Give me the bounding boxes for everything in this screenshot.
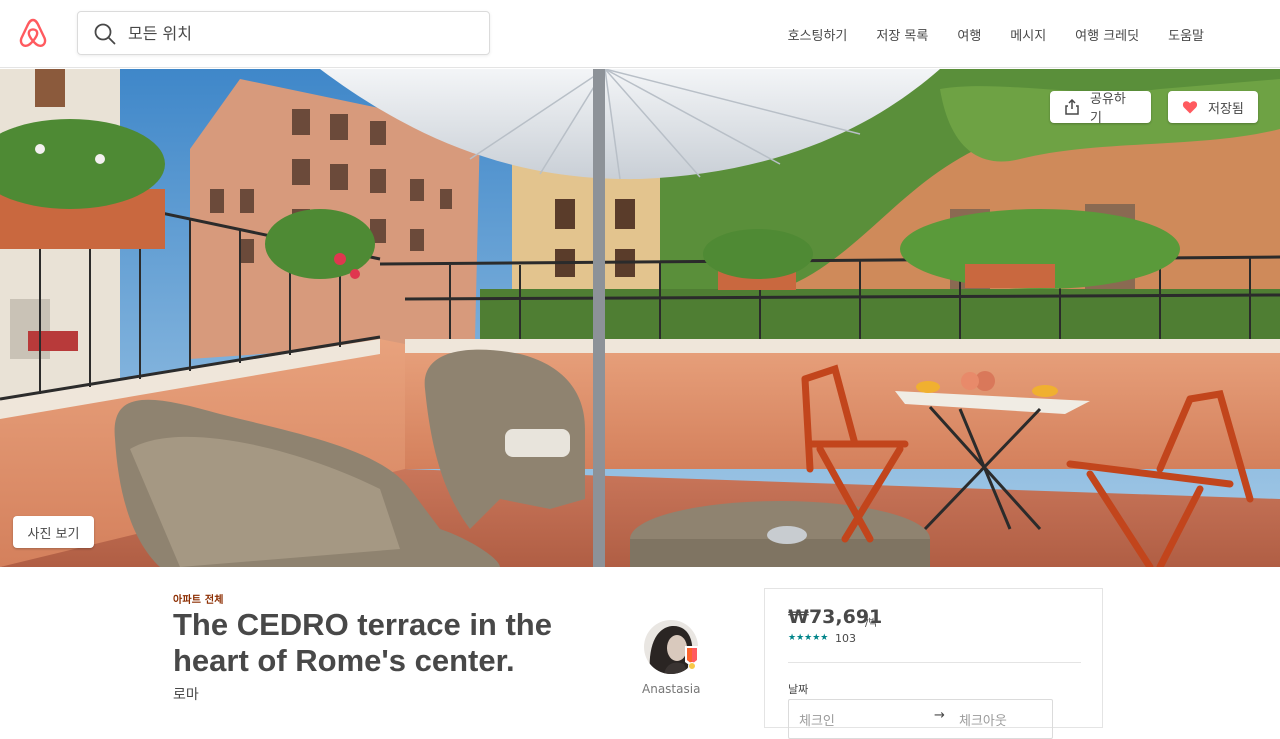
top-header: 호스팅하기 저장 목록 여행 메시지 여행 크레딧 도움말 xyxy=(0,0,1280,68)
terrace-photo xyxy=(0,69,1280,567)
nav-help[interactable]: 도움말 xyxy=(1168,25,1204,44)
save-label: 저장됨 xyxy=(1208,101,1244,117)
airbnb-logo[interactable] xyxy=(18,17,48,49)
nav-host[interactable]: 호스팅하기 xyxy=(788,25,848,44)
nav-trips[interactable]: 여행 xyxy=(957,25,981,44)
heart-icon xyxy=(1182,101,1198,114)
date-range-picker[interactable]: 체크인 → 체크아웃 xyxy=(788,699,1053,739)
save-button[interactable]: 저장됨 xyxy=(1168,91,1258,123)
top-nav: 호스팅하기 저장 목록 여행 메시지 여행 크레딧 도움말 xyxy=(788,0,1204,68)
nav-travel-credit[interactable]: 여행 크레딧 xyxy=(1075,25,1139,44)
booking-card: ₩73,691 /박 ★★★★★ 103 날짜 체크인 → 체크아웃 xyxy=(764,588,1103,739)
share-label: 공유하기 xyxy=(1090,92,1126,126)
listing-city[interactable]: 로마 xyxy=(173,684,199,704)
share-button[interactable]: 공유하기 xyxy=(1050,91,1151,126)
search-bar[interactable] xyxy=(77,11,490,55)
card-divider xyxy=(788,662,1081,663)
search-icon xyxy=(94,23,116,45)
search-input[interactable] xyxy=(128,20,468,46)
dates-label: 날짜 xyxy=(788,683,809,696)
per-night-label: /박 xyxy=(865,618,878,629)
nav-messages[interactable]: 메시지 xyxy=(1010,25,1046,44)
room-type: 아파트 전체 xyxy=(173,595,224,606)
nav-saved[interactable]: 저장 목록 xyxy=(876,25,928,44)
listing-title: The CEDRO terrace in the heart of Rome's… xyxy=(173,607,552,678)
host-name[interactable]: Anastasia xyxy=(642,682,700,696)
view-photos-label: 사진 보기 xyxy=(27,526,80,542)
rating-stars: ★★★★★ xyxy=(788,633,829,643)
view-photos-button[interactable]: 사진 보기 xyxy=(13,516,94,548)
share-icon xyxy=(1065,99,1079,115)
date-arrow-icon: → xyxy=(934,708,945,723)
superhost-badge-icon xyxy=(685,646,699,670)
review-count[interactable]: 103 xyxy=(835,632,856,645)
hero-photo[interactable]: 공유하기 저장됨 사진 보기 xyxy=(0,69,1280,567)
